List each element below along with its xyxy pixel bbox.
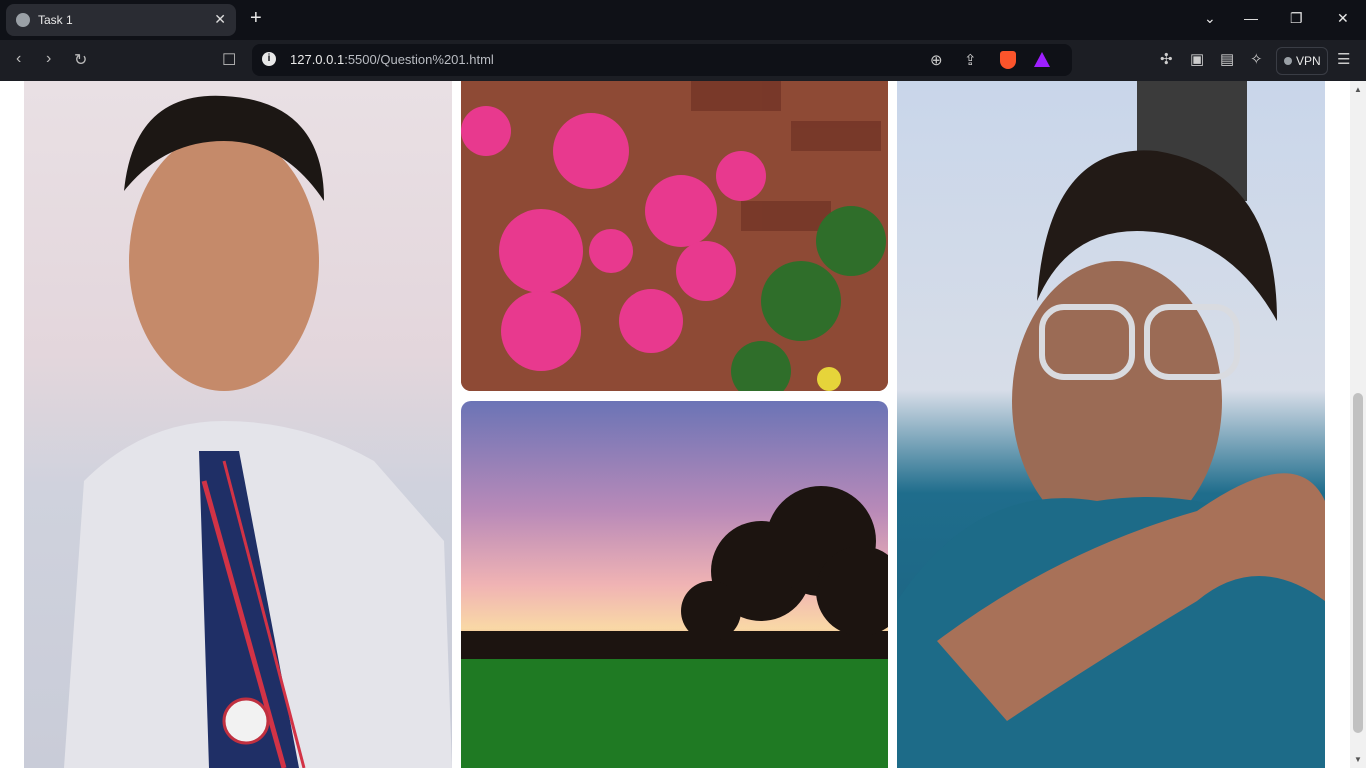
tab-strip: Task 1 ✕ + ⌄ — ❐ ✕ xyxy=(0,0,1366,40)
photo-sunset-field xyxy=(461,401,888,768)
brave-rewards-icon[interactable] xyxy=(1034,52,1050,67)
globe-icon xyxy=(16,13,30,27)
back-button[interactable]: ‹ xyxy=(16,50,21,68)
close-icon[interactable]: ✕ xyxy=(214,11,226,28)
close-window-button[interactable]: ✕ xyxy=(1337,10,1349,27)
menu-icon[interactable]: ☰ xyxy=(1337,50,1350,68)
zoom-icon[interactable]: ⊕ xyxy=(930,51,943,69)
roses-image xyxy=(461,81,888,391)
reload-button[interactable]: ↻ xyxy=(74,50,87,70)
scrollbar[interactable]: ▲ ▼ xyxy=(1350,81,1366,768)
wallet-icon[interactable]: ▤ xyxy=(1220,50,1234,68)
address-bar[interactable]: i 127.0.0.1:5500/Question%201.html ⊕ ⇪ xyxy=(252,44,1072,76)
leo-ai-icon[interactable]: ✧ xyxy=(1250,50,1263,68)
minimize-button[interactable]: — xyxy=(1244,10,1258,26)
page-content xyxy=(0,81,1350,768)
photo-portrait-student xyxy=(24,81,452,768)
chevron-down-icon[interactable]: ⌄ xyxy=(1204,10,1216,27)
scroll-up-icon[interactable]: ▲ xyxy=(1354,85,1362,94)
brave-shields-icon[interactable] xyxy=(1000,51,1016,69)
forward-button[interactable]: › xyxy=(46,50,51,68)
scrollbar-thumb[interactable] xyxy=(1353,393,1363,733)
vpn-status-icon xyxy=(1284,57,1292,65)
url-host: 127.0.0.1 xyxy=(290,52,345,67)
sunset-image xyxy=(461,486,888,768)
site-info-icon[interactable]: i xyxy=(262,52,276,66)
vpn-button[interactable]: VPN xyxy=(1276,47,1328,75)
sidebar-icon[interactable]: ▣ xyxy=(1190,50,1204,68)
photo-selfie-glasses xyxy=(897,81,1325,768)
scroll-down-icon[interactable]: ▼ xyxy=(1354,755,1362,764)
share-icon[interactable]: ⇪ xyxy=(964,51,977,69)
url-text[interactable]: 127.0.0.1:5500/Question%201.html xyxy=(290,52,494,67)
photo-pink-roses xyxy=(461,81,888,391)
new-tab-button[interactable]: + xyxy=(250,8,262,28)
restore-button[interactable]: ❐ xyxy=(1290,10,1303,27)
selfie-image xyxy=(897,81,1325,768)
url-path: :5500/Question%201.html xyxy=(344,52,494,67)
extensions-icon[interactable]: ✣ xyxy=(1160,50,1173,68)
tab-title: Task 1 xyxy=(38,13,73,27)
tab-task-1[interactable]: Task 1 ✕ xyxy=(6,4,236,36)
bookmark-icon[interactable]: ☐ xyxy=(222,50,236,70)
portrait-student-image xyxy=(64,95,452,768)
browser-toolbar: ‹ › ↻ ☐ i 127.0.0.1:5500/Question%201.ht… xyxy=(0,40,1366,81)
vpn-label: VPN xyxy=(1296,54,1321,68)
